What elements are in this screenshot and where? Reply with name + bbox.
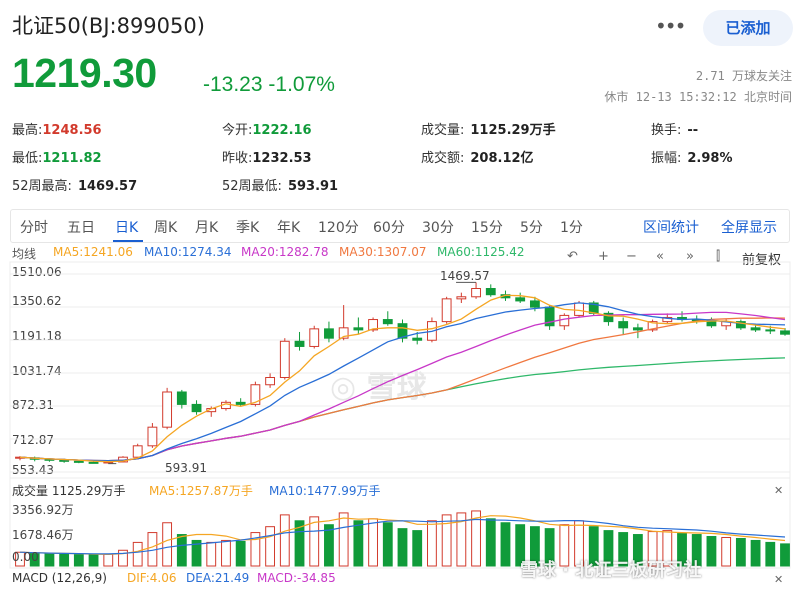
candle-body — [353, 327, 364, 331]
candle-body — [147, 426, 158, 447]
macd-value: MACD:-34.85 — [257, 571, 336, 585]
volume-bar — [88, 554, 99, 567]
candle-body — [574, 302, 584, 316]
candle-body — [412, 337, 423, 341]
volume-bar — [265, 526, 276, 567]
volume-bar — [412, 530, 423, 567]
candle-body — [765, 329, 776, 332]
volume-bar — [485, 518, 496, 567]
volume-bar — [206, 541, 217, 567]
candle-body — [191, 403, 202, 413]
volume-bar — [780, 543, 790, 567]
macd-dea: DEA:21.49 — [186, 571, 250, 585]
volume-bar — [353, 520, 364, 567]
candle-body — [265, 377, 276, 386]
candle-body — [471, 288, 481, 298]
volume-bar — [176, 534, 187, 567]
candle-body — [780, 330, 790, 335]
candle-body — [382, 319, 393, 325]
candle-body — [632, 327, 643, 331]
close-macd-panel-icon[interactable]: ✕ — [774, 573, 783, 586]
low-annotation: 593.91 — [165, 461, 207, 475]
candle-body — [235, 401, 246, 405]
candle-body — [485, 288, 496, 296]
volume-bar — [132, 541, 143, 567]
volume-bar — [309, 516, 320, 567]
candle-body — [324, 328, 334, 339]
candle-body — [279, 340, 290, 379]
high-annotation: 1469.57 — [440, 269, 490, 283]
volume-bar — [765, 541, 776, 567]
close-volume-panel-icon[interactable]: ✕ — [774, 484, 783, 497]
volume-bar — [73, 554, 84, 567]
candle-body — [618, 321, 629, 329]
volume-bar — [750, 539, 761, 567]
volume-bar — [59, 553, 70, 567]
macd-dif: DIF:4.06 — [127, 571, 177, 585]
volume-bar — [500, 522, 511, 567]
volume-bar — [706, 536, 717, 567]
volume-ma10-legend: MA10:1477.99万手 — [269, 484, 381, 498]
volume-bar — [221, 539, 231, 567]
candle-body — [88, 461, 99, 464]
volume-ma5-legend: MA5:1257.87万手 — [149, 484, 253, 498]
volume-y-label: 3356.92万 — [12, 503, 74, 517]
volume-y-label: 0.00 — [12, 550, 39, 564]
volume-bar — [397, 528, 408, 567]
volume-bar — [235, 540, 246, 567]
candle-body — [59, 459, 70, 462]
volume-bar — [162, 522, 173, 567]
candle-body — [441, 298, 452, 323]
candle-body — [515, 297, 526, 302]
volume-bar — [735, 537, 746, 567]
candle-body — [176, 391, 187, 405]
volume-bar — [382, 522, 393, 567]
volume-bar — [44, 553, 55, 567]
volume-bar — [368, 518, 378, 567]
candle-body — [73, 460, 84, 463]
candle-body — [559, 314, 570, 327]
chart-frame — [9, 261, 791, 479]
volume-bar — [427, 520, 437, 567]
candle-body — [294, 340, 305, 347]
footer-watermark: 雪球 · 北证三板研习社 — [520, 560, 702, 581]
volume-y-label: 1678.46万 — [12, 528, 74, 542]
volume-legend-label: 成交量 1125.29万手 — [12, 484, 126, 498]
candlestick-chart[interactable] — [0, 0, 800, 591]
macd-label: MACD (12,26,9) — [12, 571, 107, 585]
candle-body — [750, 327, 761, 331]
volume-bar — [279, 514, 290, 567]
volume-bar — [103, 553, 114, 567]
candle-body — [456, 296, 467, 300]
candle-body — [529, 300, 540, 308]
volume-bar — [338, 512, 349, 567]
candle-body — [132, 445, 143, 458]
volume-bar — [721, 536, 732, 567]
candle-body — [309, 328, 320, 347]
candle-body — [162, 391, 173, 428]
